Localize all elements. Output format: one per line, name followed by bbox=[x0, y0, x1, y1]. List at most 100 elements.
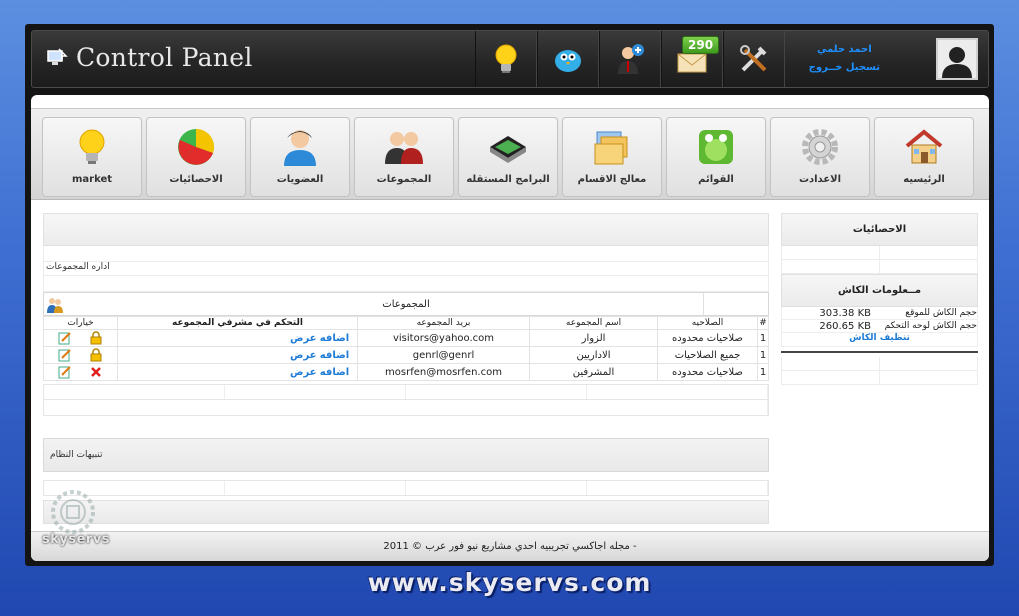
app-title: Control Panel bbox=[76, 43, 253, 72]
list-icon bbox=[699, 130, 733, 164]
tools-button[interactable] bbox=[723, 31, 785, 87]
nav-label: البرامج المستقله bbox=[466, 174, 550, 185]
content-header bbox=[43, 213, 769, 246]
main-panel: market الاحصائيات العضويات المجموعات الب… bbox=[31, 95, 989, 561]
brand: Control Panel bbox=[46, 43, 253, 72]
site-cache-value: 303.38 KB bbox=[819, 307, 871, 319]
nav-item-market[interactable]: market bbox=[42, 117, 142, 197]
delete-icon[interactable] bbox=[89, 365, 103, 379]
spacer bbox=[43, 276, 769, 292]
content-footer-bar bbox=[43, 500, 769, 524]
cp-cache-value: 260.65 KB bbox=[819, 320, 871, 332]
name-cell: الزوار bbox=[529, 329, 658, 347]
cache-title: مــعلومات الكاش bbox=[781, 274, 978, 307]
nav-item-settings[interactable]: الاعدادت bbox=[770, 117, 870, 197]
nav-item-menus[interactable]: القوائم bbox=[666, 117, 766, 197]
twitter-bird-icon bbox=[555, 50, 581, 72]
add-supervisor-link[interactable]: اضافه bbox=[320, 350, 349, 361]
groups-table: خيارات التحكم في مشرفي المجموعه بريد الم… bbox=[43, 316, 769, 381]
site-url: www.skyservs.com bbox=[367, 568, 652, 597]
watermark-seal-icon bbox=[51, 490, 95, 534]
nav-item-groups[interactable]: المجموعات bbox=[354, 117, 454, 197]
empty-row bbox=[43, 384, 769, 400]
side-row bbox=[781, 260, 978, 274]
num-cell: 1 bbox=[757, 346, 769, 364]
permission-cell: جميع الصلاحيات bbox=[657, 346, 758, 364]
mail-button[interactable]: 290 bbox=[661, 31, 723, 87]
nav-item-home[interactable]: الرئيسيه bbox=[874, 117, 974, 197]
email-cell: genrl@genrl bbox=[357, 346, 530, 364]
computer-icon bbox=[46, 47, 68, 69]
manage-groups-label: اداره المجموعات bbox=[43, 262, 769, 276]
twitter-button[interactable] bbox=[537, 31, 599, 87]
copyright-text: - مجله اجاكسي تجريبيه احدي مشاريع نيو فو… bbox=[383, 541, 637, 552]
add-supervisor-link[interactable]: اضافه bbox=[320, 367, 349, 378]
col-control: التحكم في مشرفي المجموعه bbox=[117, 316, 358, 330]
groups-section-header: المجموعات bbox=[43, 292, 769, 317]
site-cache-row: 303.38 KB حجم الكاش للموقع bbox=[781, 307, 978, 320]
spacer bbox=[43, 246, 769, 262]
view-supervisors-link[interactable]: عرض bbox=[290, 350, 317, 361]
top-bar: Control Panel 290 احمد حلمي تسجيل خــروج bbox=[31, 30, 989, 88]
nav-label: العضويات bbox=[276, 174, 324, 185]
program-icon bbox=[490, 136, 526, 163]
control-cell: اضافه عرض bbox=[117, 346, 358, 364]
avatar[interactable] bbox=[936, 38, 978, 80]
system-alerts: تنبيهات النظام bbox=[43, 438, 769, 472]
cp-cache-row: 260.65 KB حجم الكاش لوحه التحكم bbox=[781, 320, 978, 333]
nav-label: الاعدادت bbox=[798, 174, 842, 185]
permission-cell: صلاحيات محدوده bbox=[657, 363, 758, 381]
lock-icon[interactable] bbox=[89, 348, 103, 362]
num-cell: 1 bbox=[757, 329, 769, 347]
nav-item-members[interactable]: العضويات bbox=[250, 117, 350, 197]
nav-label: الرئيسيه bbox=[903, 174, 945, 185]
folders-icon bbox=[594, 131, 628, 165]
side-row bbox=[781, 371, 978, 385]
control-cell: اضافه عرض bbox=[117, 329, 358, 347]
lightbulb-button[interactable] bbox=[475, 31, 537, 87]
nav-item-sections[interactable]: معالج الاقسام bbox=[562, 117, 662, 197]
view-supervisors-link[interactable]: عرض bbox=[290, 367, 317, 378]
groups-title: المجموعات bbox=[382, 298, 430, 310]
edit-icon[interactable] bbox=[58, 331, 72, 345]
edit-icon[interactable] bbox=[58, 365, 72, 379]
user-box: احمد حلمي تسجيل خــروج bbox=[809, 31, 978, 87]
nav-item-programs[interactable]: البرامج المستقله bbox=[458, 117, 558, 197]
username-link[interactable]: احمد حلمي bbox=[809, 41, 880, 59]
add-user-icon bbox=[618, 44, 644, 74]
side-row bbox=[781, 246, 978, 260]
col-name: اسم المجموعه bbox=[529, 316, 658, 330]
group-icon bbox=[47, 298, 63, 313]
name-cell: المشرفين bbox=[529, 363, 658, 381]
logout-link[interactable]: تسجيل خــروج bbox=[809, 59, 880, 77]
num-cell: 1 bbox=[757, 363, 769, 381]
options-cell bbox=[43, 363, 118, 381]
control-cell: اضافه عرض bbox=[117, 363, 358, 381]
divider bbox=[781, 351, 978, 353]
cp-cache-label: حجم الكاش لوحه التحكم bbox=[884, 321, 977, 331]
nav-label: المجموعات bbox=[376, 174, 432, 185]
pie-chart-icon bbox=[178, 128, 215, 165]
add-supervisor-link[interactable]: اضافه bbox=[320, 333, 349, 344]
group-icon bbox=[385, 132, 423, 164]
edit-icon[interactable] bbox=[58, 348, 72, 362]
user-icon bbox=[284, 130, 316, 166]
nav-bar: market الاحصائيات العضويات المجموعات الب… bbox=[31, 108, 989, 200]
main-content: اداره المجموعات المجموعات خيارات التحكم … bbox=[43, 213, 769, 524]
email-cell: visitors@yahoo.com bbox=[357, 329, 530, 347]
clear-cache-row: تنظيف الكاش bbox=[781, 333, 978, 347]
col-permission: الصلاحيه bbox=[657, 316, 758, 330]
home-icon bbox=[905, 129, 943, 164]
sidebar: الاحصائيات مــعلومات الكاش 303.38 KB حجم… bbox=[781, 213, 978, 385]
add-user-button[interactable] bbox=[599, 31, 661, 87]
clear-cache-link[interactable]: تنظيف الكاش bbox=[849, 333, 910, 343]
view-supervisors-link[interactable]: عرض bbox=[290, 333, 317, 344]
name-cell: الاداريين bbox=[529, 346, 658, 364]
options-cell bbox=[43, 346, 118, 364]
col-options: خيارات bbox=[43, 316, 118, 330]
gear-icon bbox=[802, 129, 838, 165]
lightbulb-icon bbox=[495, 44, 517, 73]
nav-item-statistics[interactable]: الاحصائيات bbox=[146, 117, 246, 197]
lock-icon[interactable] bbox=[89, 331, 103, 345]
watermark-text: skyservs bbox=[42, 532, 111, 547]
